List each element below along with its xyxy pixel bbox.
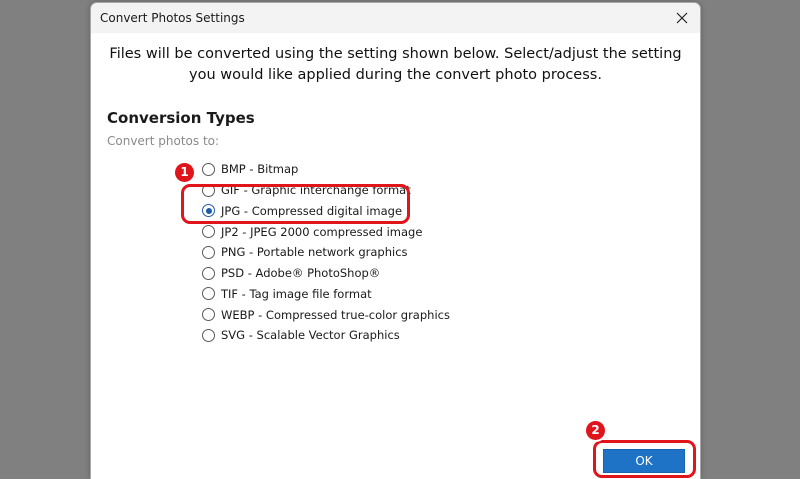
option-label: SVG - Scalable Vector Graphics: [221, 328, 400, 343]
option-label: PSD - Adobe® PhotoShop®: [221, 266, 381, 281]
close-icon: [676, 12, 688, 24]
radio-button[interactable]: [202, 308, 215, 322]
conversion-type-radio-group: BMP - Bitmap GIF - Graphic interchange f…: [202, 159, 450, 346]
radio-button[interactable]: [202, 266, 215, 280]
option-psd[interactable]: PSD - Adobe® PhotoShop®: [202, 263, 450, 284]
dialog-description: Files will be converted using the settin…: [109, 46, 682, 83]
option-label: GIF - Graphic interchange format: [221, 183, 411, 198]
conversion-types-heading: Conversion Types: [107, 109, 255, 127]
radio-button[interactable]: [202, 183, 215, 197]
option-bmp[interactable]: BMP - Bitmap: [202, 159, 450, 180]
dialog-title: Convert Photos Settings: [100, 11, 245, 25]
option-png[interactable]: PNG - Portable network graphics: [202, 242, 450, 263]
option-jpg[interactable]: JPG - Compressed digital image: [202, 201, 450, 222]
radio-button[interactable]: [202, 245, 215, 259]
option-label: WEBP - Compressed true-color graphics: [221, 307, 450, 322]
radio-button[interactable]: [202, 328, 215, 342]
option-tif[interactable]: TIF - Tag image file format: [202, 284, 450, 305]
option-label: TIF - Tag image file format: [221, 286, 372, 301]
step-1-badge: 1: [175, 163, 194, 182]
dialog-titlebar: Convert Photos Settings: [91, 3, 700, 33]
option-webp[interactable]: WEBP - Compressed true-color graphics: [202, 304, 450, 325]
step-2-badge: 2: [586, 421, 605, 440]
option-label: JPG - Compressed digital image: [221, 203, 403, 218]
convert-to-label: Convert photos to:: [107, 134, 220, 148]
option-label: PNG - Portable network graphics: [221, 245, 408, 260]
radio-button-selected[interactable]: [202, 204, 215, 218]
option-label: BMP - Bitmap: [221, 162, 299, 177]
option-label: JP2 - JPEG 2000 compressed image: [221, 224, 423, 239]
convert-photos-dialog: Convert Photos Settings Files will be co…: [90, 2, 701, 479]
option-jp2[interactable]: JP2 - JPEG 2000 compressed image: [202, 221, 450, 242]
option-gif[interactable]: GIF - Graphic interchange format: [202, 180, 450, 201]
close-button[interactable]: [670, 6, 694, 30]
radio-button[interactable]: [202, 287, 215, 301]
radio-button[interactable]: [202, 225, 215, 239]
option-svg[interactable]: SVG - Scalable Vector Graphics: [202, 325, 450, 346]
ok-button[interactable]: OK: [603, 449, 685, 473]
radio-button[interactable]: [202, 162, 215, 176]
